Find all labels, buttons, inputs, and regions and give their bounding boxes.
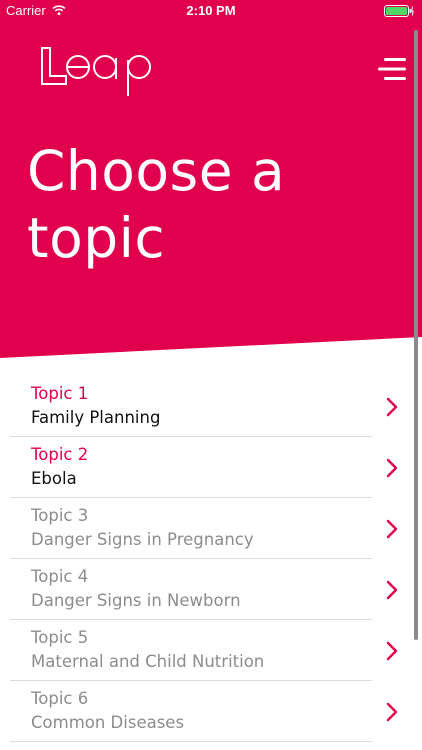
- topic-row-3[interactable]: Topic 3 Danger Signs in Pregnancy: [0, 498, 422, 559]
- topic-row-2[interactable]: Topic 2 Ebola: [0, 437, 422, 498]
- topic-number: Topic 5: [31, 628, 89, 647]
- topic-number: Topic 3: [31, 506, 89, 525]
- topic-name: Danger Signs in Pregnancy: [31, 530, 254, 549]
- chevron-right-icon: [386, 458, 398, 478]
- chevron-right-icon: [386, 641, 398, 661]
- battery-icon: [384, 5, 414, 17]
- topic-name: Family Planning: [31, 408, 161, 427]
- scrollbar[interactable]: [414, 30, 418, 640]
- topic-name: Maternal and Child Nutrition: [31, 652, 265, 671]
- page-title: Choose a topic: [27, 139, 286, 270]
- row-divider: [10, 741, 372, 742]
- topic-list: Topic 1 Family Planning Topic 2 Ebola To…: [0, 376, 422, 742]
- topic-number: Topic 6: [31, 689, 89, 708]
- leap-logo: [41, 47, 151, 96]
- header: Carrier 2:10 PM Choose a topic: [0, 0, 422, 358]
- topic-row-6[interactable]: Topic 6 Common Diseases: [0, 681, 422, 742]
- status-time: 2:10 PM: [186, 3, 236, 18]
- topic-name: Common Diseases: [31, 713, 185, 732]
- topic-row-5[interactable]: Topic 5 Maternal and Child Nutrition: [0, 620, 422, 681]
- topic-number: Topic 1: [31, 384, 89, 403]
- topic-name: Danger Signs in Newborn: [31, 591, 241, 610]
- chevron-right-icon: [386, 397, 398, 417]
- topic-number: Topic 2: [31, 445, 89, 464]
- topic-row-1[interactable]: Topic 1 Family Planning: [0, 376, 422, 437]
- chevron-right-icon: [386, 580, 398, 600]
- topic-name: Ebola: [31, 469, 77, 488]
- topic-row-4[interactable]: Topic 4 Danger Signs in Newborn: [0, 559, 422, 620]
- hamburger-menu-icon[interactable]: [378, 56, 408, 82]
- chevron-right-icon: [386, 519, 398, 539]
- status-bar: Carrier 2:10 PM: [0, 0, 422, 22]
- chevron-right-icon: [386, 702, 398, 722]
- topic-number: Topic 4: [31, 567, 89, 586]
